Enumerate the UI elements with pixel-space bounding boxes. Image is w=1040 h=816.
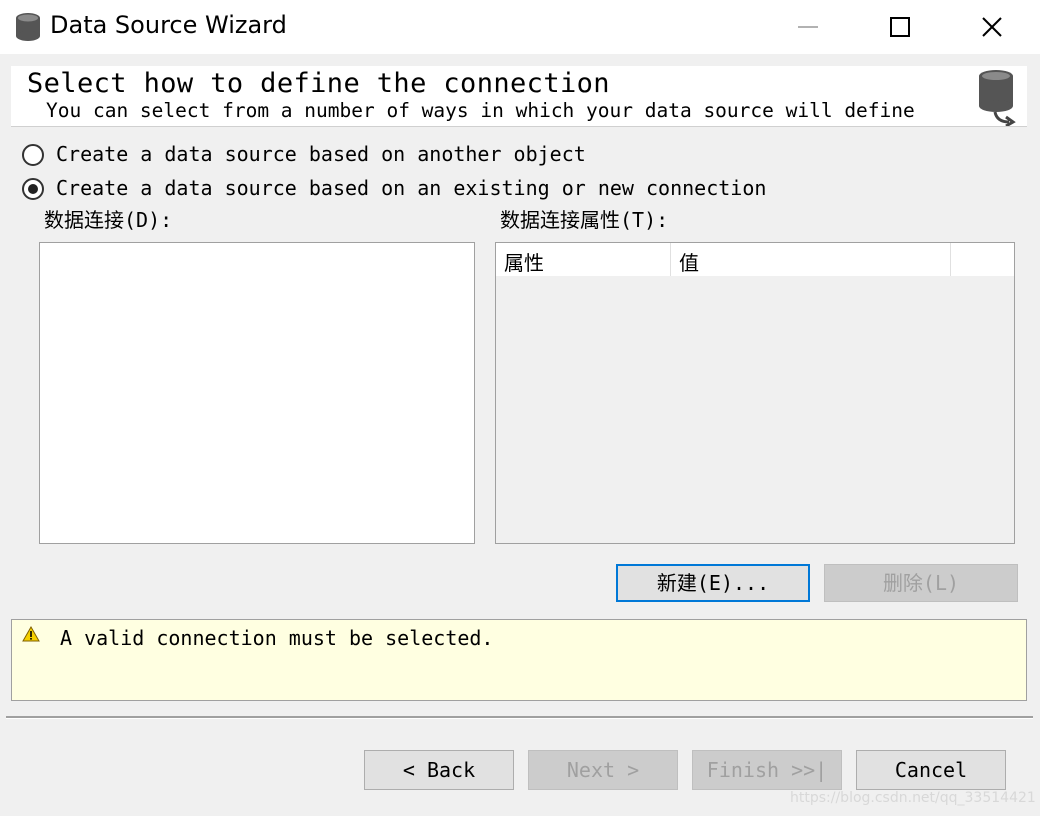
database-icon [16,13,40,41]
close-icon [982,17,1002,37]
connections-list[interactable] [39,242,475,544]
properties-grid[interactable]: 属性 值 [495,242,1015,544]
column-header-property[interactable]: 属性 [496,243,671,276]
option-label: Create a data source based on another ob… [56,142,586,166]
warning-icon [22,626,40,642]
status-message-box: A valid connection must be selected. [11,619,1027,701]
new-connection-button[interactable]: 新建(E)... [616,564,810,602]
window-title: Data Source Wizard [50,11,287,39]
connections-label: 数据连接(D): [44,208,173,232]
next-button[interactable]: Next > [528,750,678,790]
minimize-button[interactable] [762,0,854,54]
delete-connection-button[interactable]: 删除(L) [824,564,1018,602]
back-button[interactable]: < Back [364,750,514,790]
cancel-button[interactable]: Cancel [856,750,1006,790]
grid-header: 属性 值 [496,243,1014,276]
title-bar: Data Source Wizard [0,0,1040,54]
status-message: A valid connection must be selected. [60,626,494,650]
maximize-button[interactable] [854,0,946,54]
wizard-header: Select how to define the connection You … [11,66,1027,127]
close-button[interactable] [946,0,1038,54]
minimize-icon [798,26,818,28]
page-subtitle: You can select from a number of ways in … [46,99,915,122]
maximize-icon [890,17,910,37]
watermark-text: https://blog.csdn.net/qq_33514421 [790,790,1036,806]
finish-button[interactable]: Finish >>| [692,750,842,790]
radio-dot [28,184,38,194]
properties-label: 数据连接属性(T): [500,208,669,232]
radio-button[interactable] [22,144,44,166]
column-header-value[interactable]: 值 [671,243,951,276]
database-arrow-icon [979,70,1016,126]
radio-button-selected[interactable] [22,178,44,200]
page-title: Select how to define the connection [27,68,610,99]
option-label: Create a data source based on an existin… [56,176,767,200]
footer-divider [6,716,1033,719]
